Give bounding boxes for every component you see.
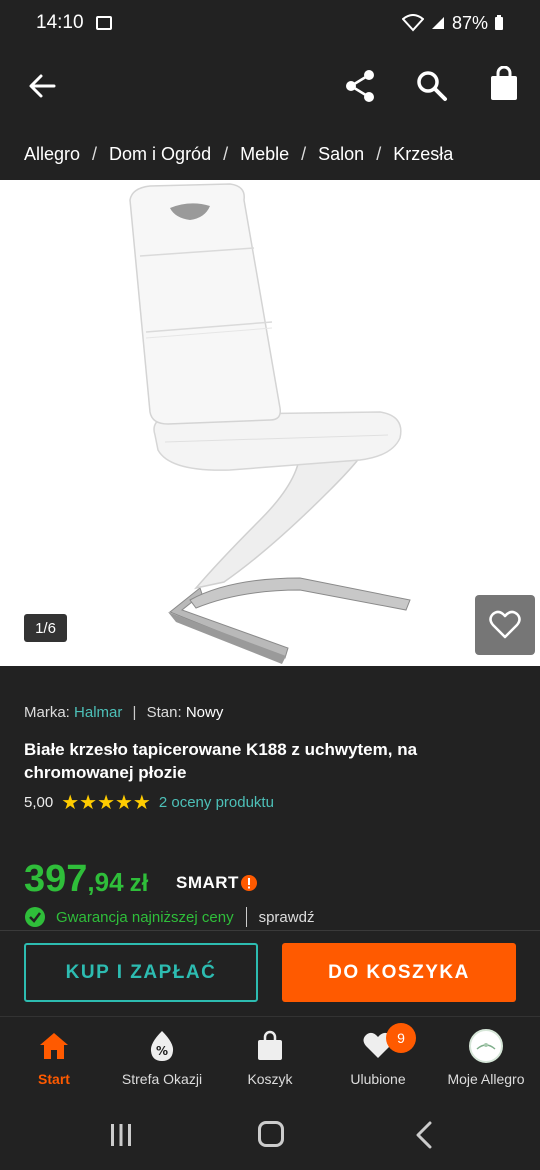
price-main: 397 <box>24 858 88 900</box>
deals-icon: % <box>150 1031 174 1061</box>
system-back-icon[interactable] <box>412 1120 436 1150</box>
shopping-bag-icon[interactable] <box>488 66 520 102</box>
bag-icon <box>258 1030 282 1060</box>
status-bar: 14:10 87% <box>0 0 540 46</box>
nav-label-ulubione: Ulubione <box>350 1071 406 1087</box>
product-price: 397 ,94 zł <box>24 858 148 901</box>
image-notification-icon <box>95 16 112 30</box>
price-cents: ,94 <box>87 867 124 897</box>
nav-item-start[interactable]: Start <box>0 1017 108 1105</box>
breadcrumb-item-dom-i-ogrod[interactable]: Dom i Ogród <box>109 144 211 165</box>
guarantee-divider <box>245 907 247 927</box>
price-guarantee: Gwarancja najniższej ceny sprawdź <box>24 906 314 928</box>
smart-exclamation-icon <box>240 875 257 891</box>
check-badge-icon <box>25 907 45 927</box>
breadcrumb-separator: / <box>92 143 98 164</box>
nav-item-ulubione[interactable]: Ulubione 9 <box>324 1017 432 1105</box>
battery-percent: 87% <box>451 12 488 33</box>
breadcrumb-item-krzesla[interactable]: Krzesła <box>393 144 453 165</box>
avatar <box>469 1029 503 1063</box>
nav-label-strefa-okazji: Strefa Okazji <box>121 1071 203 1087</box>
breadcrumb-separator: / <box>376 143 382 164</box>
product-rating: 5,00 ★★★★★ 2 oceny produktu <box>24 790 274 815</box>
system-navigation <box>0 1104 540 1170</box>
nav-item-moje-allegro[interactable]: Moje Allegro <box>432 1017 540 1105</box>
condition-label: Stan: <box>146 704 182 721</box>
guarantee-text[interactable]: Gwarancja najniższej ceny <box>56 909 234 926</box>
bottom-navigation: Start % Strefa Okazji Koszyk Ulubione 9 … <box>0 1016 540 1104</box>
breadcrumb-item-meble[interactable]: Meble <box>240 144 289 165</box>
breadcrumb: Allegro / Dom i Ogród / Meble / Salon / … <box>0 128 540 180</box>
brand-link[interactable]: Halmar <box>74 704 122 721</box>
product-gallery[interactable]: 1/6 <box>0 180 540 666</box>
rating-stars-icon: ★★★★★ <box>61 792 151 814</box>
wifi-icon <box>401 14 424 32</box>
nav-label-moje-allegro: Moje Allegro <box>447 1071 525 1087</box>
smart-label: SMART <box>176 873 239 892</box>
nav-item-strefa-okazji[interactable]: % Strefa Okazji <box>108 1017 216 1105</box>
status-time: 14:10 <box>36 12 84 33</box>
signal-icon <box>431 17 444 29</box>
buy-now-button[interactable]: KUP I ZAPŁAĆ <box>24 943 258 1002</box>
rating-score: 5,00 <box>24 794 54 811</box>
rating-count-link[interactable]: 2 oceny produktu <box>159 794 274 811</box>
search-icon[interactable] <box>414 68 448 102</box>
home-icon <box>40 1033 68 1059</box>
meta-divider: | <box>132 704 137 721</box>
app-bar <box>0 46 540 128</box>
product-info: Marka: Halmar | Stan: Nowy Białe krzesło… <box>0 666 540 930</box>
check-link[interactable]: sprawdź <box>259 909 315 926</box>
nav-item-koszyk[interactable]: Koszyk <box>216 1017 324 1105</box>
heart-outline-icon <box>489 610 521 639</box>
add-to-cart-button[interactable]: DO KOSZYKA <box>282 943 516 1002</box>
nav-label-start: Start <box>38 1071 70 1087</box>
back-arrow-icon[interactable] <box>26 70 58 102</box>
favorites-count-badge: 9 <box>386 1023 416 1053</box>
smart-badge: SMART <box>176 873 257 893</box>
action-bar: KUP I ZAPŁAĆ DO KOSZYKA <box>0 930 540 1016</box>
breadcrumb-separator: / <box>223 143 229 164</box>
condition-value: Nowy <box>185 704 224 721</box>
brand-label: Marka: <box>24 704 70 721</box>
add-to-favorites-button[interactable] <box>475 595 535 655</box>
image-counter: 1/6 <box>24 614 67 642</box>
svg-text:%: % <box>156 1044 168 1058</box>
product-title: Białe krzesło tapicerowane K188 z uchwyt… <box>24 740 418 782</box>
home-button-icon[interactable] <box>258 1121 284 1147</box>
product-meta: Marka: Halmar | Stan: Nowy <box>24 704 223 721</box>
product-image <box>129 183 411 664</box>
share-icon[interactable] <box>343 68 377 104</box>
battery-icon <box>495 15 503 30</box>
recent-apps-icon[interactable] <box>108 1122 134 1148</box>
breadcrumb-item-salon[interactable]: Salon <box>318 144 364 165</box>
nav-label-koszyk: Koszyk <box>247 1071 293 1087</box>
breadcrumb-item-allegro[interactable]: Allegro <box>24 144 80 165</box>
breadcrumb-separator: / <box>301 143 307 164</box>
status-right: 87% <box>401 12 504 34</box>
price-currency: zł <box>129 870 149 897</box>
